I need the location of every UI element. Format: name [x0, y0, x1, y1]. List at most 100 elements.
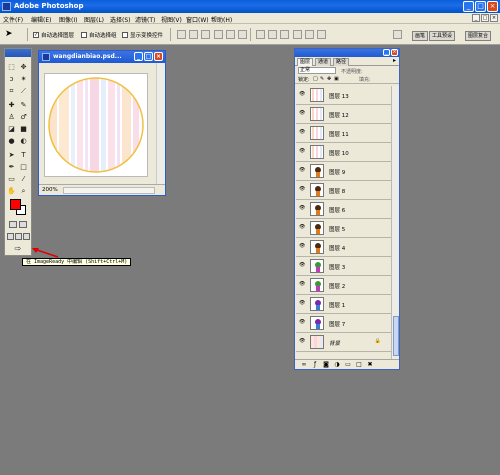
- layer-row[interactable]: 👁 图层 9: [296, 162, 391, 181]
- document-vertical-scrollbar[interactable]: [156, 63, 165, 185]
- file-browser-icon[interactable]: [393, 30, 402, 39]
- distribute-bottom-icon[interactable]: [280, 30, 289, 39]
- visibility-eye-icon[interactable]: 👁: [299, 110, 305, 116]
- imageready-jump-icon[interactable]: ⇨: [8, 245, 28, 253]
- path-selection-tool-icon[interactable]: ➤: [7, 151, 16, 159]
- lock-pixels-icon[interactable]: ✎: [320, 76, 324, 82]
- adjustment-layer-icon[interactable]: ◑: [334, 362, 340, 368]
- checkbox-icon[interactable]: [122, 32, 128, 38]
- layer-row[interactable]: 👁 图层 13: [296, 86, 391, 105]
- move-tool-icon[interactable]: ➤: [5, 30, 19, 39]
- layer-mask-icon[interactable]: ◙: [323, 362, 329, 368]
- minimize-button[interactable]: _: [463, 1, 474, 12]
- brush-tool-icon[interactable]: ✎: [19, 101, 28, 109]
- palette-tab-brushes[interactable]: 画笔: [412, 31, 429, 41]
- visibility-eye-icon[interactable]: 👁: [299, 205, 305, 211]
- menu-edit[interactable]: 编辑(E): [31, 15, 51, 24]
- tab-paths[interactable]: 路径: [333, 58, 350, 66]
- zoom-level[interactable]: 200%: [42, 187, 58, 193]
- magic-wand-tool-icon[interactable]: ✶: [19, 75, 28, 83]
- visibility-eye-icon[interactable]: 👁: [299, 186, 305, 192]
- align-vcenter-icon[interactable]: [189, 30, 198, 39]
- palette-menu-icon[interactable]: ▸: [393, 57, 396, 64]
- layer-list-scrollbar[interactable]: [391, 86, 399, 360]
- pen-tool-icon[interactable]: ✒: [7, 163, 16, 171]
- quick-mask-mode-button[interactable]: [19, 221, 27, 228]
- layer-row[interactable]: 👁 图层 5: [296, 219, 391, 238]
- visibility-eye-icon[interactable]: 👁: [299, 224, 305, 230]
- visibility-eye-icon[interactable]: 👁: [299, 167, 305, 173]
- visibility-eye-icon[interactable]: 👁: [299, 281, 305, 287]
- new-layer-icon[interactable]: □: [356, 362, 362, 368]
- distribute-vcenter-icon[interactable]: [268, 30, 277, 39]
- layer-row[interactable]: 👁 图层 10: [296, 143, 391, 162]
- lock-all-icon[interactable]: ▣: [334, 76, 339, 82]
- layer-row[interactable]: 👁 图层 1: [296, 295, 391, 314]
- clone-stamp-tool-icon[interactable]: ♙: [7, 113, 16, 121]
- crop-tool-icon[interactable]: ⌗: [7, 87, 16, 95]
- tab-layers[interactable]: 图层: [297, 58, 314, 66]
- gradient-tool-icon[interactable]: ■: [19, 125, 28, 133]
- close-button[interactable]: ×: [487, 1, 498, 12]
- delete-layer-icon[interactable]: ✖: [367, 362, 373, 368]
- menu-view[interactable]: 视图(V): [161, 15, 182, 24]
- show-transform-option[interactable]: 显示变换控件: [122, 31, 163, 39]
- align-top-icon[interactable]: [177, 30, 186, 39]
- layer-row[interactable]: 👁 图层 2: [296, 276, 391, 295]
- layer-row[interactable]: 👁 图层 3: [296, 257, 391, 276]
- palette-close-button[interactable]: ×: [391, 49, 398, 56]
- layer-row[interactable]: 👁 图层 4: [296, 238, 391, 257]
- menu-layer[interactable]: 图层(L): [84, 15, 104, 24]
- distribute-hcenter-icon[interactable]: [305, 30, 314, 39]
- doc-win-maximize-button[interactable]: □: [144, 52, 153, 61]
- marquee-tool-icon[interactable]: ⬚: [7, 63, 16, 71]
- checkbox-checked-icon[interactable]: ✓: [33, 32, 39, 38]
- document-title-bar[interactable]: wangdianbiao.psd... _ □ ×: [39, 51, 165, 63]
- zoom-tool-icon[interactable]: ⌕: [19, 187, 28, 195]
- type-tool-icon[interactable]: T: [19, 151, 28, 159]
- palette-tab-layer-comps[interactable]: 图层复合: [465, 31, 492, 41]
- menu-select[interactable]: 选择(S): [110, 15, 131, 24]
- palette-tab-tool-presets[interactable]: 工具预设: [429, 31, 456, 41]
- doc-restore-button[interactable]: □: [481, 14, 489, 22]
- layers-palette-title-bar[interactable]: _ ×: [295, 49, 399, 57]
- blend-mode-select[interactable]: 正常: [298, 67, 336, 74]
- visibility-eye-icon[interactable]: 👁: [299, 91, 305, 97]
- healing-brush-tool-icon[interactable]: ✚: [7, 101, 16, 109]
- menu-filter[interactable]: 滤镜(T): [135, 15, 155, 24]
- screen-mode-full-button[interactable]: [23, 233, 30, 240]
- tab-channels[interactable]: 通道: [315, 58, 332, 66]
- distribute-left-icon[interactable]: [293, 30, 302, 39]
- visibility-eye-icon[interactable]: 👁: [299, 300, 305, 306]
- document-horizontal-scrollbar[interactable]: [63, 187, 155, 194]
- menu-window[interactable]: 窗口(W): [186, 15, 209, 24]
- lock-transparency-icon[interactable]: □: [313, 76, 318, 82]
- align-bottom-icon[interactable]: [201, 30, 210, 39]
- align-hcenter-icon[interactable]: [226, 30, 235, 39]
- distribute-right-icon[interactable]: [317, 30, 326, 39]
- doc-minimize-button[interactable]: _: [472, 14, 480, 22]
- lock-position-icon[interactable]: ✥: [327, 76, 331, 82]
- doc-win-close-button[interactable]: ×: [154, 52, 163, 61]
- align-right-icon[interactable]: [238, 30, 247, 39]
- document-canvas[interactable]: [44, 73, 148, 177]
- palette-minimize-button[interactable]: _: [383, 49, 390, 56]
- lasso-tool-icon[interactable]: ↄ: [7, 75, 16, 83]
- dodge-tool-icon[interactable]: ◐: [19, 137, 28, 145]
- auto-select-group-option[interactable]: 自动选择组: [81, 31, 117, 39]
- doc-close-button[interactable]: ×: [490, 14, 498, 22]
- layer-style-icon[interactable]: ƒ: [312, 362, 318, 368]
- shape-tool-icon[interactable]: □: [19, 163, 28, 171]
- new-group-icon[interactable]: ▭: [345, 362, 351, 368]
- layer-row[interactable]: 👁 图层 8: [296, 181, 391, 200]
- scrollbar-thumb[interactable]: [393, 316, 399, 356]
- screen-mode-standard-button[interactable]: [7, 233, 14, 240]
- link-layers-icon[interactable]: ∞: [301, 362, 307, 368]
- distribute-top-icon[interactable]: [256, 30, 265, 39]
- doc-win-minimize-button[interactable]: _: [134, 52, 143, 61]
- align-left-icon[interactable]: [214, 30, 223, 39]
- maximize-button[interactable]: □: [475, 1, 486, 12]
- blur-tool-icon[interactable]: ●: [7, 137, 16, 145]
- move-tool-icon[interactable]: ✥: [19, 63, 28, 71]
- visibility-eye-icon[interactable]: 👁: [299, 129, 305, 135]
